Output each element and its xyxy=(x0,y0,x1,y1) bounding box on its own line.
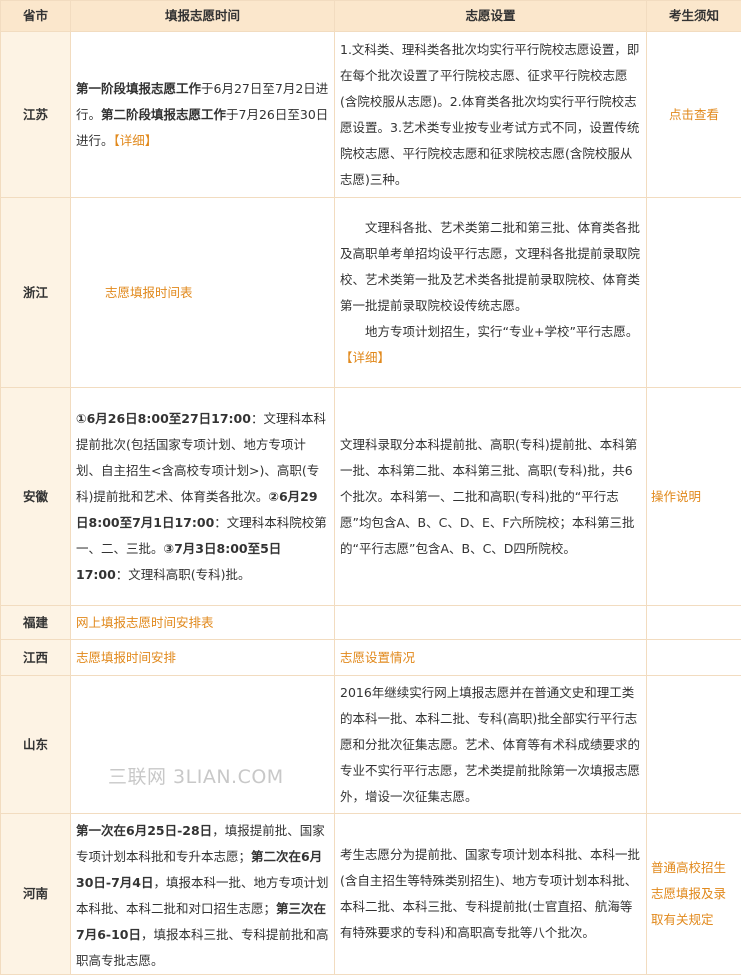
province-cell: 福建 xyxy=(1,606,71,640)
detail-link[interactable]: 【详细】 xyxy=(114,133,158,148)
table-row-henan: 河南 第一次在6月25日-28日，填报提前批、国家专项计划本科批和专升本志愿；第… xyxy=(1,814,741,975)
province-cell: 江西 xyxy=(1,640,71,676)
time-bold-text: ①6月26日8:00至27日17:00 xyxy=(76,411,251,426)
setting-text: 地方专项计划招生，实行“专业+学校”平行志愿。 xyxy=(365,324,638,339)
time-cell: 第一次在6月25日-28日，填报提前批、国家专项计划本科批和专升本志愿；第二次在… xyxy=(71,814,335,975)
setting-cell: 文理科各批、艺术类第二批和第三批、体育类各批及高职单考单招均设平行志愿，文理科各… xyxy=(335,198,647,388)
header-time: 填报志愿时间 xyxy=(71,1,335,32)
setting-cell: 考生志愿分为提前批、国家专项计划本科批、本科一批(含自主招生等特殊类别招生)、地… xyxy=(335,814,647,975)
setting-cell: 2016年继续实行网上填报志愿并在普通文史和理工类的本科一批、本科二批、专科(高… xyxy=(335,676,647,814)
time-cell: 志愿填报时间表 xyxy=(71,198,335,388)
notice-cell xyxy=(647,640,741,676)
setting-cell: 志愿设置情况 xyxy=(335,640,647,676)
setting-cell: 文理科录取分本科提前批、高职(专科)提前批、本科第一批、本科第二批、本科第三批、… xyxy=(335,388,647,606)
detail-link[interactable]: 【详细】 xyxy=(340,350,390,365)
notice-cell: 普通高校招生志愿填报及录取有关规定 xyxy=(647,814,741,975)
notice-cell xyxy=(647,606,741,640)
time-bold-text: 第一阶段填报志愿工作 xyxy=(76,81,201,96)
table-row-jiangxi: 江西 志愿填报时间安排 志愿设置情况 xyxy=(1,640,741,676)
schedule-link[interactable]: 志愿填报时间表 xyxy=(105,285,193,300)
notice-cell: 操作说明 xyxy=(647,388,741,606)
table-row-zhejiang: 浙江 志愿填报时间表 文理科各批、艺术类第二批和第三批、体育类各批及高职单考单招… xyxy=(1,198,741,388)
view-link[interactable]: 点击查看 xyxy=(669,102,719,128)
volunteer-table: 省市 填报志愿时间 志愿设置 考生须知 江苏 第一阶段填报志愿工作于6月27日至… xyxy=(0,0,741,975)
time-text: ：文理科高职(专科)批。 xyxy=(116,567,251,582)
table-row-fujian: 福建 网上填报志愿时间安排表 xyxy=(1,606,741,640)
time-cell: ①6月26日8:00至27日17:00：文理科本科提前批次(包括国家专项计划、地… xyxy=(71,388,335,606)
header-province: 省市 xyxy=(1,1,71,32)
table-row-shandong: 山东 2016年继续实行网上填报志愿并在普通文史和理工类的本科一批、本科二批、专… xyxy=(1,676,741,814)
header-notice: 考生须知 xyxy=(647,1,741,32)
table-row-jiangsu: 江苏 第一阶段填报志愿工作于6月27日至7月2日进行。第二阶段填报志愿工作于7月… xyxy=(1,32,741,198)
province-cell: 江苏 xyxy=(1,32,71,198)
province-cell: 河南 xyxy=(1,814,71,975)
time-cell xyxy=(71,676,335,814)
province-cell: 安徽 xyxy=(1,388,71,606)
setting-cell xyxy=(335,606,647,640)
province-cell: 山东 xyxy=(1,676,71,814)
notice-cell: 点击查看 xyxy=(647,32,741,198)
schedule-link[interactable]: 网上填报志愿时间安排表 xyxy=(76,615,214,630)
time-bold-text: 第一次在6月25日-28日 xyxy=(76,823,212,838)
notice-cell xyxy=(647,198,741,388)
setting-paragraph: 文理科各批、艺术类第二批和第三批、体育类各批及高职单考单招均设平行志愿，文理科各… xyxy=(340,215,641,319)
province-cell: 浙江 xyxy=(1,198,71,388)
watermark-text: 三联网 3LIAN.COM xyxy=(108,762,284,789)
regulation-link[interactable]: 普通高校招生志愿填报及录取有关规定 xyxy=(651,855,737,933)
table-row-anhui: 安徽 ①6月26日8:00至27日17:00：文理科本科提前批次(包括国家专项计… xyxy=(1,388,741,606)
setting-cell: 1.文科类、理科类各批次均实行平行院校志愿设置，即在每个批次设置了平行院校志愿、… xyxy=(335,32,647,198)
notice-cell xyxy=(647,676,741,814)
setting-link[interactable]: 志愿设置情况 xyxy=(340,650,415,665)
schedule-link[interactable]: 志愿填报时间安排 xyxy=(76,650,176,665)
setting-paragraph: 地方专项计划招生，实行“专业+学校”平行志愿。【详细】 xyxy=(340,319,641,371)
time-bold-text: 第二阶段填报志愿工作 xyxy=(101,107,226,122)
header-setting: 志愿设置 xyxy=(335,1,647,32)
time-cell: 第一阶段填报志愿工作于6月27日至7月2日进行。第二阶段填报志愿工作于7月26日… xyxy=(71,32,335,198)
time-cell: 志愿填报时间安排 xyxy=(71,640,335,676)
guide-link[interactable]: 操作说明 xyxy=(651,484,701,510)
time-cell: 网上填报志愿时间安排表 xyxy=(71,606,335,640)
table-header-row: 省市 填报志愿时间 志愿设置 考生须知 xyxy=(1,1,741,32)
